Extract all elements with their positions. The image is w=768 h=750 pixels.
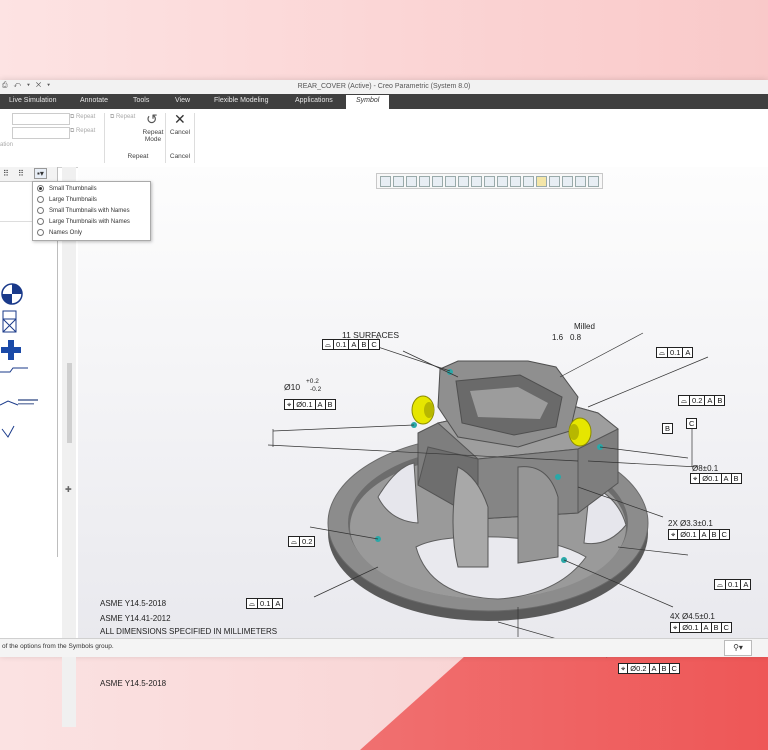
palette-view-icon-1[interactable]: ⠿: [3, 169, 9, 178]
ribbon-repeat-small-2[interactable]: ⧉ Repeat: [70, 128, 95, 135]
tab-applications[interactable]: Applications: [295, 97, 333, 104]
background-top: [0, 0, 768, 80]
datum-b-label[interactable]: B: [662, 423, 674, 434]
thumbnail-view-menu: Small Thumbnails Large Thumbnails Small …: [32, 181, 151, 241]
binoculars-icon[interactable]: ⚲▾: [724, 640, 752, 656]
note-asme-y14-5-visible[interactable]: ASME Y14.5-2018: [100, 599, 166, 608]
tab-flexible-modeling[interactable]: Flexible Modeling: [214, 97, 268, 104]
radio-icon: [37, 207, 44, 214]
creo-window: ⎙ ↶ ▾ ✕ ▾ REAR_COVER (Active) - Creo Par…: [0, 80, 768, 727]
profile-fcf-bottom-left[interactable]: ⌓ 0.1 A: [246, 598, 284, 609]
tab-view[interactable]: View: [175, 97, 190, 104]
profile-fcf-1[interactable]: ⌓ 0.1 A B C: [322, 339, 380, 350]
menu-option-small-thumbnails[interactable]: Small Thumbnails: [37, 185, 97, 195]
profile-fcf-left[interactable]: ⌓ 0.2: [288, 536, 316, 547]
tab-tools[interactable]: Tools: [133, 97, 149, 104]
thumbnail-view-dropdown[interactable]: ▪▾: [34, 168, 47, 179]
position-fcf-hole45[interactable]: ⌖ Ø0.1 A B C: [670, 622, 732, 633]
hole33-dimension[interactable]: 2X Ø3.3±0.1: [668, 519, 713, 528]
dia10-lower-tol: -0.2: [310, 386, 322, 393]
plus-icon[interactable]: ✚: [65, 485, 72, 494]
leader-symbol[interactable]: [0, 365, 30, 375]
palette-toolbar: ⠿ ⠿ ▪▾: [0, 167, 57, 182]
profile-fcf-3[interactable]: ⌓ 0.2 A B: [678, 395, 726, 406]
menu-option-large-thumbnails-names[interactable]: Large Thumbnails with Names: [37, 218, 130, 228]
tab-symbol[interactable]: Symbol: [346, 95, 390, 109]
radio-icon: [37, 229, 44, 236]
cross-symbol[interactable]: [0, 339, 22, 361]
ribbon-field-2[interactable]: [12, 127, 70, 139]
menu-option-small-thumbnails-names[interactable]: Small Thumbnails with Names: [37, 207, 130, 217]
menu-bar: Live Simulation Annotate Tools View Flex…: [0, 94, 768, 109]
group-label-repeat: Repeat: [127, 153, 149, 160]
tab-annotate[interactable]: Annotate: [80, 97, 108, 104]
cancel-icon[interactable]: ✕: [174, 111, 186, 128]
ribbon-separator-3: [194, 113, 195, 163]
radio-selected-icon: [37, 185, 44, 192]
datum-target-symbol[interactable]: [0, 282, 24, 306]
surface-finish-note[interactable]: Milled: [574, 322, 595, 331]
position-fcf-hole33[interactable]: ⌖ Ø0.1 A B C: [668, 529, 730, 540]
ribbon-repeat-disabled[interactable]: ⧉ Repeat: [110, 114, 135, 121]
note-asme-y14-41[interactable]: ASME Y14.41-2012: [100, 614, 171, 623]
group-label-cancel: Cancel: [169, 153, 191, 160]
position-fcf-dia10[interactable]: ⌖ Ø0.1 A B: [284, 399, 336, 410]
repeat-mode-button[interactable]: Repeat Mode: [138, 129, 168, 143]
menu-option-large-thumbnails[interactable]: Large Thumbnails: [37, 196, 97, 206]
ribbon-separator-2: [165, 113, 166, 163]
status-message: of the options from the Symbols group.: [2, 643, 114, 650]
profile-fcf-right[interactable]: ⌓ 0.1 A: [714, 579, 752, 590]
radio-icon: [37, 218, 44, 225]
background-red-shape: [360, 656, 768, 750]
dia8-dimension[interactable]: Ø8±0.1: [692, 464, 718, 473]
ribbon-clipped-label: ation: [0, 142, 14, 148]
graphics-area[interactable]: 11 SURFACES ⌓ 0.1 A B C Milled 1.6 0.8 ⌓…: [78, 167, 768, 688]
radio-icon: [37, 196, 44, 203]
window-title: REAR_COVER (Active) - Creo Parametric (S…: [297, 83, 471, 90]
dia10-dimension[interactable]: Ø10: [284, 382, 300, 392]
ribbon-repeat-small-1[interactable]: ⧉ Repeat: [70, 114, 95, 121]
cancel-button[interactable]: Cancel: [168, 129, 192, 136]
repeat-mode-icon[interactable]: ↺: [146, 111, 158, 128]
datum-c-label[interactable]: C: [686, 418, 698, 429]
check-symbol[interactable]: [0, 425, 20, 439]
roughness-value-2: 0.8: [570, 333, 582, 342]
position-fcf-dia8[interactable]: ⌖ Ø0.1 A B: [690, 473, 742, 484]
ribbon-separator: [104, 113, 105, 163]
note-asme-y14-5[interactable]: ASME Y14.5-2018: [100, 679, 166, 688]
status-bar: of the options from the Symbols group. ⚲…: [0, 638, 768, 657]
ribbon: ation ⧉ Repeat ⧉ Repeat ⧉ Repeat ↺ Repea…: [0, 109, 768, 168]
model-view[interactable]: [78, 167, 768, 639]
palette-view-icon-2[interactable]: ⠿: [18, 169, 24, 178]
note-symbol[interactable]: [0, 397, 40, 409]
datum-feature-symbol[interactable]: [0, 310, 20, 334]
hole45-dimension[interactable]: 4X Ø4.5±0.1: [670, 612, 715, 621]
profile-fcf-2[interactable]: ⌓ 0.1 A: [656, 347, 694, 358]
title-bar: ⎙ ↶ ▾ ✕ ▾ REAR_COVER (Active) - Creo Par…: [0, 80, 768, 94]
roughness-value-1: 1.6: [552, 333, 564, 342]
position-fcf-dia25[interactable]: ⌖ Ø0.2 A B C: [618, 663, 680, 674]
menu-option-names-only[interactable]: Names Only: [37, 229, 82, 239]
note-all-dimensions-mm[interactable]: ALL DIMENSIONS SPECIFIED IN MILLIMETERS: [100, 627, 277, 636]
ribbon-field-1[interactable]: [12, 113, 70, 125]
dia10-upper-tol: +0.2: [306, 378, 319, 385]
scroll-thumb[interactable]: [67, 363, 72, 443]
tab-live-simulation[interactable]: Live Simulation: [9, 97, 56, 104]
